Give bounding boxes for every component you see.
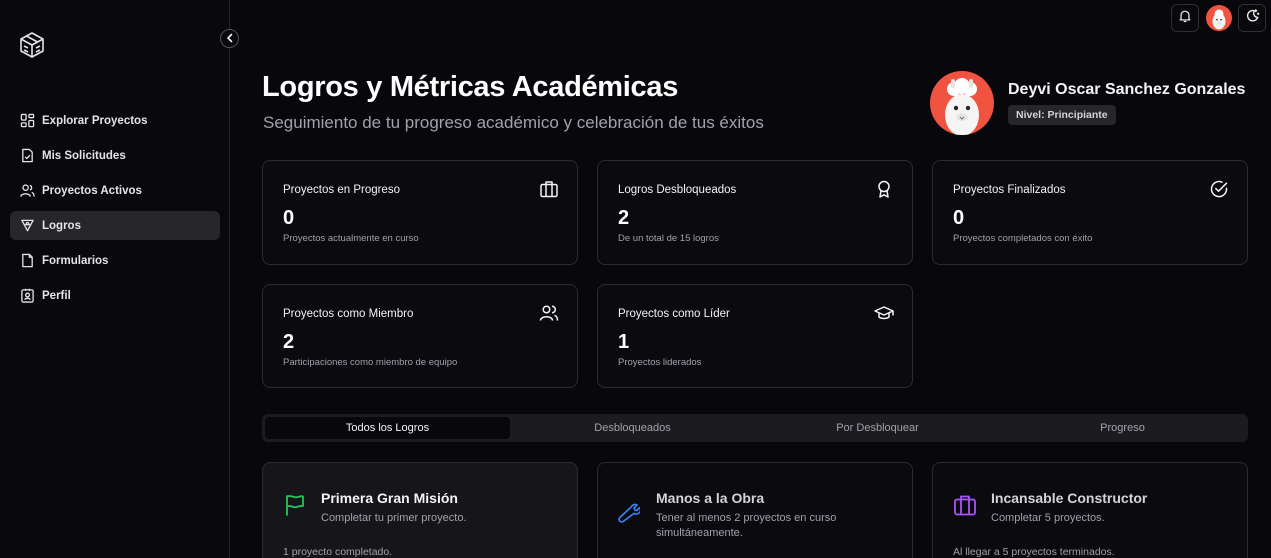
sidebar-item-label: Proyectos Activos [42,184,142,197]
achievement-card-manos-a-la-obra[interactable]: Manos a la Obra Tener al menos 2 proyect… [597,462,913,558]
sidebar-item-explorar-proyectos[interactable]: Explorar Proyectos [10,106,220,135]
achievement-footer: 1 proyecto completado. [283,546,393,558]
briefcase-icon [539,179,559,199]
document-check-icon [19,148,35,164]
sidebar-item-label: Logros [42,219,81,232]
graduation-cap-icon [874,303,894,323]
app-logo-icon[interactable] [18,31,46,59]
sidebar-item-proyectos-activos[interactable]: Proyectos Activos [10,176,220,205]
achievement-description: Completar tu primer proyecto. [321,512,467,524]
tab-desbloqueados[interactable]: Desbloqueados [510,417,755,439]
sidebar-item-label: Explorar Proyectos [42,114,148,127]
stat-label: Proyectos como Líder [618,308,730,320]
profile-avatar [930,71,994,135]
stat-card-proyectos-finalizados: Proyectos Finalizados 0 Proyectos comple… [932,160,1248,265]
stat-description: Proyectos liderados [618,357,702,368]
award-icon [874,179,894,199]
sidebar: Explorar Proyectos Mis Solicitudes Proye… [0,0,230,558]
page-title: Logros y Métricas Académicas [262,71,679,103]
achievement-card-primera-gran-mision[interactable]: Primera Gran Misión Completar tu primer … [262,462,578,558]
achievement-title: Incansable Constructor [991,490,1148,506]
collapse-sidebar-button[interactable] [220,29,239,48]
achievement-tabs: Todos los Logros Desbloqueados Por Desbl… [262,414,1248,442]
stat-value: 2 [618,207,630,229]
sidebar-item-formularios[interactable]: Formularios [10,246,220,275]
file-icon [19,253,35,269]
stat-description: Proyectos actualmente en curso [283,233,419,244]
flag-icon [283,493,307,517]
achievement-card-incansable-constructor[interactable]: Incansable Constructor Completar 5 proye… [932,462,1248,558]
sidebar-item-label: Formularios [42,254,109,267]
sidebar-item-mis-solicitudes[interactable]: Mis Solicitudes [10,141,220,170]
stat-label: Logros Desbloqueados [618,184,737,196]
achievement-title: Manos a la Obra [656,490,765,506]
users-icon [539,303,559,323]
achievement-title: Primera Gran Misión [321,490,458,506]
stat-value: 0 [283,207,295,229]
moon-icon [1245,8,1260,28]
stat-card-proyectos-como-lider: Proyectos como Líder 1 Proyectos liderad… [597,284,913,388]
tab-por-desbloquear[interactable]: Por Desbloquear [755,417,1000,439]
achievement-footer: Al llegar a 5 proyectos terminados. [953,546,1115,558]
level-badge: Nivel: Principiante [1008,105,1116,125]
chevron-left-icon [225,30,235,48]
stat-description: De un total de 15 logros [618,233,719,244]
stat-card-logros-desbloqueados: Logros Desbloqueados 2 De un total de 15… [597,160,913,265]
contact-card-icon [19,288,35,304]
trophy-icon [19,218,35,234]
notifications-button[interactable] [1171,4,1199,32]
stat-label: Proyectos Finalizados [953,184,1066,196]
tab-todos-los-logros[interactable]: Todos los Logros [265,417,510,439]
sidebar-item-label: Perfil [42,289,71,302]
stat-card-proyectos-como-miembro: Proyectos como Miembro 2 Participaciones… [262,284,578,388]
grid-icon [19,113,35,129]
theme-toggle-button[interactable] [1238,4,1266,32]
stat-value: 1 [618,331,630,353]
bell-icon [1178,9,1192,28]
users-icon [19,183,35,199]
stat-card-proyectos-en-progreso: Proyectos en Progreso 0 Proyectos actual… [262,160,578,265]
sidebar-nav: Explorar Proyectos Mis Solicitudes Proye… [10,106,220,316]
achievement-description: Tener al menos 2 proyectos en curso simu… [656,512,837,539]
stat-description: Participaciones como miembro de equipo [283,357,458,368]
check-circle-icon [1209,179,1229,199]
stat-label: Proyectos como Miembro [283,308,414,320]
tab-progreso[interactable]: Progreso [1000,417,1245,439]
stat-value: 2 [283,331,295,353]
stat-description: Proyectos completados con éxito [953,233,1093,244]
page-subtitle: Seguimiento de tu progreso académico y c… [263,113,764,132]
sidebar-item-logros[interactable]: Logros [10,211,220,240]
briefcase-icon [953,493,977,517]
stat-label: Proyectos en Progreso [283,184,400,196]
profile-name: Deyvi Oscar Sanchez Gonzales [1008,81,1246,98]
sidebar-item-label: Mis Solicitudes [42,149,126,162]
wrench-icon [618,501,642,525]
avatar[interactable] [1206,5,1232,31]
achievement-description: Completar 5 proyectos. [991,512,1105,524]
sidebar-item-perfil[interactable]: Perfil [10,281,220,310]
stat-value: 0 [953,207,965,229]
